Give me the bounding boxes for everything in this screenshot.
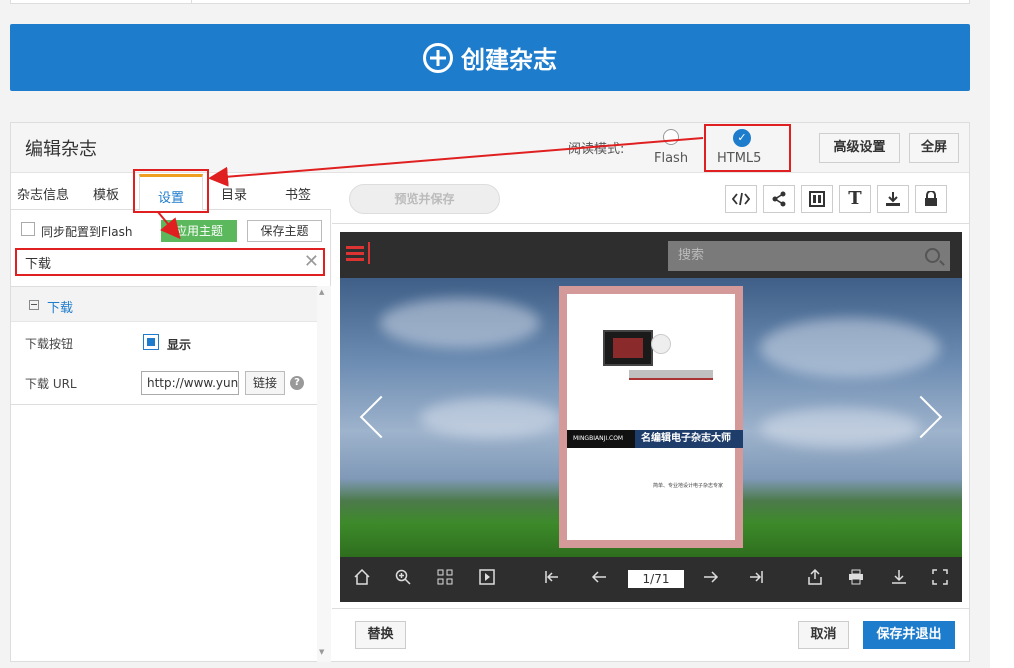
download-url-input[interactable] [141, 371, 239, 395]
create-magazine-label: 创建杂志 [461, 46, 557, 74]
settings-sidebar: 杂志信息 模板 设置 目录 书签 同步配置到Flash 应用主题 保存主题 ✕ … [11, 169, 331, 662]
preview-save-button[interactable]: 预览并保存 [349, 184, 500, 214]
fullscreen-icon[interactable] [932, 569, 948, 590]
tab-template[interactable]: 模板 [93, 184, 119, 203]
figure-illustration [651, 334, 671, 354]
annotation-box-html5 [704, 124, 791, 172]
share-icon[interactable] [807, 568, 823, 590]
flipbook-viewer: 搜索 MINGBIANJI.COM 名编辑电子杂志大师 简单、专业地设计电子杂志… [340, 232, 962, 602]
zoom-in-icon[interactable] [395, 569, 411, 590]
right-edge-pane [990, 0, 1014, 668]
scroll-up-icon[interactable]: ▲ [319, 288, 324, 296]
cancel-button[interactable]: 取消 [798, 621, 849, 649]
cover-banner-site: MINGBIANJI.COM [567, 430, 635, 448]
cloud-decoration [760, 408, 920, 448]
advanced-settings-button[interactable]: 高级设置 [819, 133, 900, 163]
tab-magazine-info[interactable]: 杂志信息 [17, 184, 69, 203]
layout-icon[interactable] [801, 185, 833, 213]
cloud-decoration [760, 318, 940, 378]
prev-page-icon[interactable] [591, 569, 607, 590]
next-page-arrow-icon[interactable] [916, 390, 946, 444]
prev-page-arrow-icon[interactable] [356, 390, 386, 444]
viewer-search-placeholder: 搜索 [678, 248, 705, 263]
flash-radio[interactable] [663, 129, 679, 145]
viewer-stage: MINGBIANJI.COM 名编辑电子杂志大师 简单、专业地设计电子杂志专家 [340, 278, 962, 557]
sync-flash-checkbox[interactable] [21, 222, 35, 236]
cloud-decoration [420, 398, 560, 438]
monitor-illustration [603, 330, 653, 366]
grid-icon[interactable] [437, 569, 453, 590]
link-button[interactable]: 链接 [245, 371, 285, 395]
edit-magazine-panel: 编辑杂志 阅读模式: Flash ✓ HTML5 高级设置 全屏 杂志信息 模板… [10, 122, 970, 662]
preview-toolbar: 预览并保存 T [332, 174, 969, 224]
first-page-icon[interactable] [544, 569, 560, 590]
settings-tabs: 杂志信息 模板 设置 目录 书签 [11, 169, 331, 213]
search-icon[interactable] [925, 248, 940, 263]
book-cover[interactable]: MINGBIANJI.COM 名编辑电子杂志大师 简单、专业地设计电子杂志专家 [559, 286, 743, 548]
download-icon[interactable] [891, 569, 907, 590]
cover-banner-title: 名编辑电子杂志大师 [641, 433, 731, 444]
download-section-title: 下载 [47, 301, 74, 316]
code-icon[interactable] [725, 185, 757, 213]
close-icon[interactable]: ✕ [304, 251, 319, 273]
strip-separator [191, 0, 192, 4]
show-download-checkbox[interactable] [143, 334, 159, 350]
viewer-topbar: 搜索 [340, 232, 962, 278]
create-magazine-button[interactable]: 创建杂志 [10, 24, 970, 91]
viewer-logo [346, 242, 370, 266]
share-icon[interactable] [763, 185, 795, 213]
tab-toc[interactable]: 目录 [221, 184, 247, 203]
sync-flash-label: 同步配置到Flash [41, 225, 133, 239]
home-icon[interactable] [354, 568, 370, 590]
show-label: 显示 [167, 338, 192, 352]
preview-footer: 替换 取消 保存并退出 [332, 608, 969, 662]
flash-label[interactable]: Flash [654, 151, 688, 166]
preview-area: 预览并保存 T 搜索 MINGBIANJI.COM 名编辑电子杂志大师 简单、专… [332, 174, 969, 662]
collapse-icon[interactable] [29, 300, 39, 310]
plus-circle-icon [423, 42, 453, 73]
cover-subtext: 简单、专业地设计电子杂志专家 [653, 483, 724, 489]
annotation-box-settings-tab [133, 169, 209, 213]
save-theme-button[interactable]: 保存主题 [247, 220, 322, 242]
book-page: MINGBIANJI.COM 名编辑电子杂志大师 简单、专业地设计电子杂志专家 [567, 294, 743, 540]
read-mode-label: 阅读模式: [568, 142, 625, 157]
settings-search-input[interactable] [19, 252, 299, 272]
viewer-controlbar: 1/71 [340, 557, 962, 602]
cover-banner: MINGBIANJI.COM 名编辑电子杂志大师 [567, 430, 743, 448]
viewer-search-input[interactable]: 搜索 [668, 241, 950, 271]
fullscreen-button[interactable]: 全屏 [909, 133, 959, 163]
sidebar-scrollbar[interactable]: ▲ ▼ [317, 286, 331, 662]
download-button-label: 下载按钮 [25, 337, 74, 351]
last-page-icon[interactable] [748, 569, 764, 590]
open-book-illustration [629, 370, 713, 380]
property-divider [11, 404, 317, 405]
download-section-header[interactable]: 下载 [11, 286, 317, 322]
scroll-down-icon[interactable]: ▼ [319, 648, 324, 656]
theme-row: 同步配置到Flash 应用主题 保存主题 [11, 211, 331, 245]
tab-bookmarks[interactable]: 书签 [285, 184, 311, 203]
save-and-exit-button[interactable]: 保存并退出 [863, 621, 955, 649]
text-icon[interactable]: T [839, 185, 871, 213]
download-icon[interactable] [877, 185, 909, 213]
panel-title: 编辑杂志 [25, 139, 97, 160]
help-icon[interactable]: ? [290, 376, 304, 390]
cloud-decoration [380, 298, 540, 348]
next-page-icon[interactable] [703, 569, 719, 590]
settings-search-box: ✕ [15, 248, 325, 276]
replace-button[interactable]: 替换 [355, 621, 406, 649]
lock-icon[interactable] [915, 185, 947, 213]
apply-theme-button[interactable]: 应用主题 [161, 220, 237, 242]
top-form-strip [10, 0, 970, 4]
panel-header: 编辑杂志 阅读模式: Flash ✓ HTML5 高级设置 全屏 [11, 123, 969, 173]
download-url-label: 下载 URL [25, 377, 77, 391]
page-indicator[interactable]: 1/71 [628, 570, 684, 588]
print-icon[interactable] [848, 569, 864, 590]
autoplay-icon[interactable] [479, 569, 495, 590]
